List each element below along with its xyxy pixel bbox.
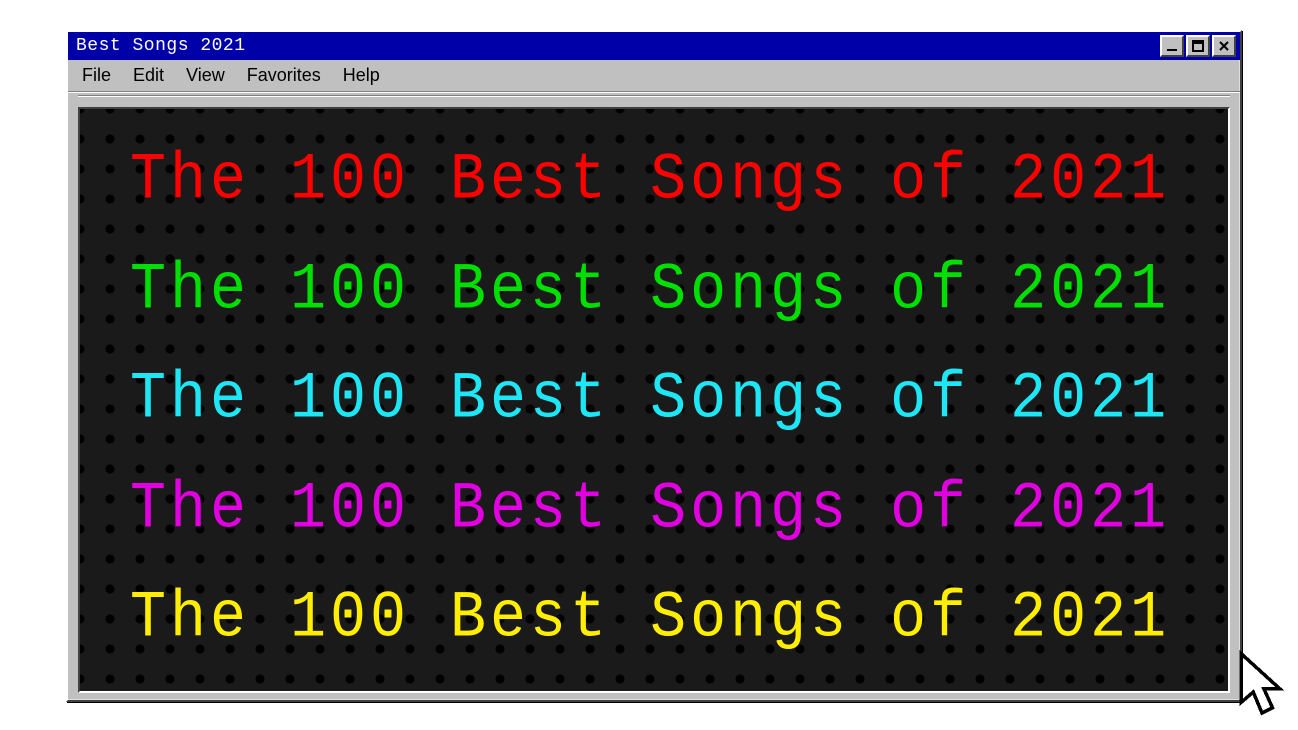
close-icon xyxy=(1218,40,1230,52)
maximize-icon xyxy=(1192,40,1204,52)
cursor-icon xyxy=(1232,650,1292,720)
minimize-button[interactable] xyxy=(1160,35,1184,57)
close-button[interactable] xyxy=(1212,35,1236,57)
maximize-button[interactable] xyxy=(1186,35,1210,57)
menu-file[interactable]: File xyxy=(78,63,115,88)
content-area: The 100 Best Songs of 2021 The 100 Best … xyxy=(78,107,1230,693)
menu-favorites[interactable]: Favorites xyxy=(243,63,325,88)
headline-row: The 100 Best Songs of 2021 xyxy=(130,258,1178,324)
headline-row: The 100 Best Songs of 2021 xyxy=(130,367,1178,433)
window-controls xyxy=(1160,35,1236,57)
menu-view[interactable]: View xyxy=(182,63,229,88)
minimize-icon xyxy=(1166,40,1178,52)
window-title: Best Songs 2021 xyxy=(76,36,1160,56)
headline-row: The 100 Best Songs of 2021 xyxy=(130,148,1178,214)
menu-help[interactable]: Help xyxy=(339,63,384,88)
title-bar: Best Songs 2021 xyxy=(68,32,1240,60)
menu-edit[interactable]: Edit xyxy=(129,63,168,88)
menu-bar: File Edit View Favorites Help xyxy=(68,60,1240,92)
headline-row: The 100 Best Songs of 2021 xyxy=(130,477,1178,543)
headline-row: The 100 Best Songs of 2021 xyxy=(130,586,1178,652)
menu-separator xyxy=(78,95,1230,97)
app-window: Best Songs 2021 File Edit View Favorites… xyxy=(66,30,1242,702)
